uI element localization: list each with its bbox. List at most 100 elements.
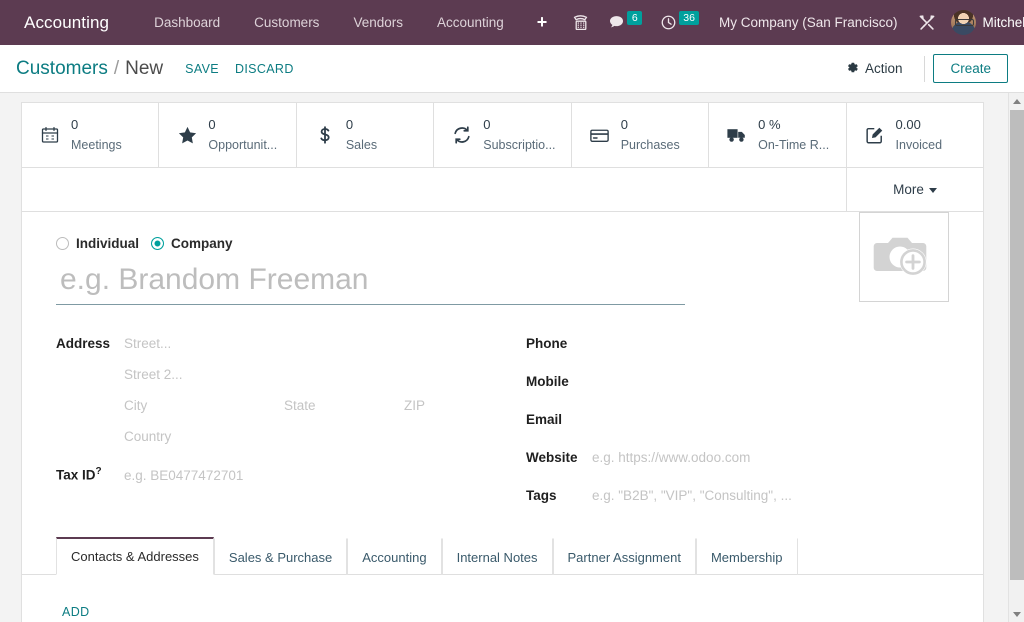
control-panel: Customers / New SAVE DISCARD Action Crea… bbox=[0, 45, 1024, 93]
stat-value: 0 bbox=[483, 117, 491, 132]
stat-button-invoiced[interactable]: 0.00 Invoiced bbox=[847, 103, 983, 167]
add-contact-button[interactable]: ADD bbox=[62, 605, 90, 619]
partner-image-upload[interactable] bbox=[859, 212, 949, 302]
stat-value: 0 bbox=[620, 117, 628, 132]
radio-indicator-individual[interactable] bbox=[56, 237, 69, 250]
street2-input[interactable] bbox=[124, 366, 526, 383]
form-right-column: Phone Mobile Email Website e.g. https://… bbox=[526, 335, 949, 525]
address-label: Address bbox=[56, 336, 111, 351]
tab-partner-assignment[interactable]: Partner Assignment bbox=[552, 538, 696, 575]
messages-icon[interactable]: 6 bbox=[599, 0, 651, 45]
phone-input[interactable] bbox=[592, 335, 949, 352]
truck-icon bbox=[725, 123, 749, 147]
field-row-address: Address bbox=[56, 335, 526, 353]
tab-sales-purchase[interactable]: Sales & Purchase bbox=[213, 538, 348, 575]
apps-grid-icon[interactable] bbox=[11, 15, 14, 31]
scroll-down-arrow-icon[interactable] bbox=[1009, 606, 1024, 622]
company-switcher[interactable]: My Company (San Francisco) bbox=[708, 15, 909, 30]
help-tooltip-icon[interactable]: ? bbox=[96, 466, 102, 477]
phone-label: Phone bbox=[526, 336, 568, 351]
breadcrumb-customers[interactable]: Customers bbox=[16, 58, 108, 80]
radio-option-individual[interactable]: Individual bbox=[56, 236, 139, 251]
user-name-label: Mitchell Admin bbox=[982, 15, 1024, 30]
main-menu: Dashboard Customers Vendors Accounting + bbox=[137, 0, 563, 45]
zip-input[interactable] bbox=[404, 397, 526, 414]
messages-badge: 6 bbox=[627, 10, 643, 25]
user-menu[interactable]: Mitchell Admin bbox=[945, 10, 1024, 35]
field-row-street2 bbox=[56, 366, 526, 384]
activities-clock-icon[interactable]: 36 bbox=[651, 0, 708, 45]
tab-membership[interactable]: Membership bbox=[695, 538, 798, 575]
save-discard-group: SAVE DISCARD bbox=[185, 62, 294, 76]
street-input[interactable] bbox=[124, 335, 526, 352]
app-brand-accounting[interactable]: Accounting bbox=[24, 13, 109, 33]
form-columns: Address Street... Street 2... City State… bbox=[56, 335, 949, 525]
control-panel-right: Action Create bbox=[832, 54, 1008, 83]
form-sheet: 0 Meetings 0 Opportunit... 0 Sales 0 Sub… bbox=[21, 102, 984, 622]
menu-item-dashboard[interactable]: Dashboard bbox=[137, 0, 237, 45]
tax-id-label-text: Tax ID bbox=[56, 467, 96, 483]
email-input[interactable] bbox=[592, 411, 949, 428]
discard-button[interactable]: DISCARD bbox=[235, 62, 294, 76]
menu-item-accounting[interactable]: Accounting bbox=[420, 0, 521, 45]
stat-button-purchases[interactable]: 0 Purchases bbox=[572, 103, 710, 167]
breadcrumb-current: New bbox=[125, 57, 164, 79]
stat-button-on-time-rate[interactable]: 0 % On-Time R... bbox=[709, 103, 847, 167]
stat-label: Subscriptio... bbox=[483, 138, 556, 152]
partner-type-radio-group: Individual Company bbox=[56, 236, 949, 251]
create-button[interactable]: Create bbox=[933, 54, 1008, 83]
stat-label: Purchases bbox=[620, 138, 680, 152]
credit-card-icon bbox=[588, 123, 612, 147]
voip-dialpad-icon[interactable] bbox=[563, 0, 599, 45]
action-menu-button[interactable]: Action bbox=[832, 56, 917, 82]
website-input[interactable] bbox=[592, 449, 949, 466]
refresh-icon bbox=[450, 123, 474, 147]
partner-name-input[interactable] bbox=[56, 261, 685, 305]
top-navbar: Accounting Dashboard Customers Vendors A… bbox=[0, 0, 1024, 45]
stat-button-sales[interactable]: 0 Sales bbox=[297, 103, 435, 167]
radio-indicator-company[interactable] bbox=[151, 237, 165, 250]
field-row-mobile: Mobile bbox=[526, 373, 949, 391]
partner-form: Individual Company Address bbox=[22, 212, 983, 525]
tab-internal-notes[interactable]: Internal Notes bbox=[441, 538, 553, 575]
menu-item-customers[interactable]: Customers bbox=[237, 0, 336, 45]
wrench-screwdriver-icon[interactable] bbox=[909, 0, 945, 45]
stat-button-meetings[interactable]: 0 Meetings bbox=[22, 103, 160, 167]
stat-value: 0 % bbox=[758, 117, 781, 132]
scrollbar-thumb[interactable] bbox=[1010, 110, 1024, 580]
stat-label: Opportunit... bbox=[208, 138, 278, 152]
vertical-scrollbar[interactable] bbox=[1008, 93, 1024, 622]
more-dropdown-button[interactable]: More bbox=[846, 168, 983, 211]
save-button[interactable]: SAVE bbox=[185, 62, 219, 76]
stat-button-opportunities[interactable]: 0 Opportunit... bbox=[159, 103, 297, 167]
tab-contacts-addresses[interactable]: Contacts & Addresses bbox=[56, 537, 214, 575]
stat-value: 0 bbox=[71, 117, 79, 132]
tab-accounting[interactable]: Accounting bbox=[347, 538, 442, 575]
menu-item-vendors[interactable]: Vendors bbox=[336, 0, 420, 45]
radio-option-company[interactable]: Company bbox=[151, 236, 233, 251]
star-icon bbox=[175, 123, 199, 147]
mobile-label: Mobile bbox=[526, 374, 569, 389]
tax-id-input[interactable] bbox=[124, 466, 526, 484]
camera-add-icon bbox=[873, 229, 935, 286]
scroll-up-arrow-icon[interactable] bbox=[1009, 93, 1024, 109]
mobile-input[interactable] bbox=[592, 373, 949, 390]
avatar bbox=[950, 10, 976, 35]
website-label: Website bbox=[526, 450, 578, 465]
chevron-down-icon bbox=[928, 187, 937, 193]
notebook-tabs: Contacts & Addresses Sales & Purchase Ac… bbox=[22, 537, 983, 575]
country-input[interactable] bbox=[124, 428, 526, 445]
menu-item-plus[interactable]: + bbox=[521, 0, 564, 45]
stat-button-subscriptions[interactable]: 0 Subscriptio... bbox=[434, 103, 572, 167]
stat-label: Sales bbox=[345, 138, 378, 152]
city-input[interactable] bbox=[124, 397, 284, 414]
breadcrumb-separator: / bbox=[113, 57, 120, 79]
email-label: Email bbox=[526, 412, 563, 427]
tags-input[interactable] bbox=[592, 487, 949, 504]
control-divider bbox=[924, 55, 926, 82]
activities-badge: 36 bbox=[679, 10, 699, 25]
state-input[interactable] bbox=[284, 397, 404, 414]
form-left-column: Address Street... Street 2... City State… bbox=[56, 335, 526, 525]
more-row: More bbox=[22, 168, 983, 212]
dollar-icon bbox=[313, 123, 337, 147]
